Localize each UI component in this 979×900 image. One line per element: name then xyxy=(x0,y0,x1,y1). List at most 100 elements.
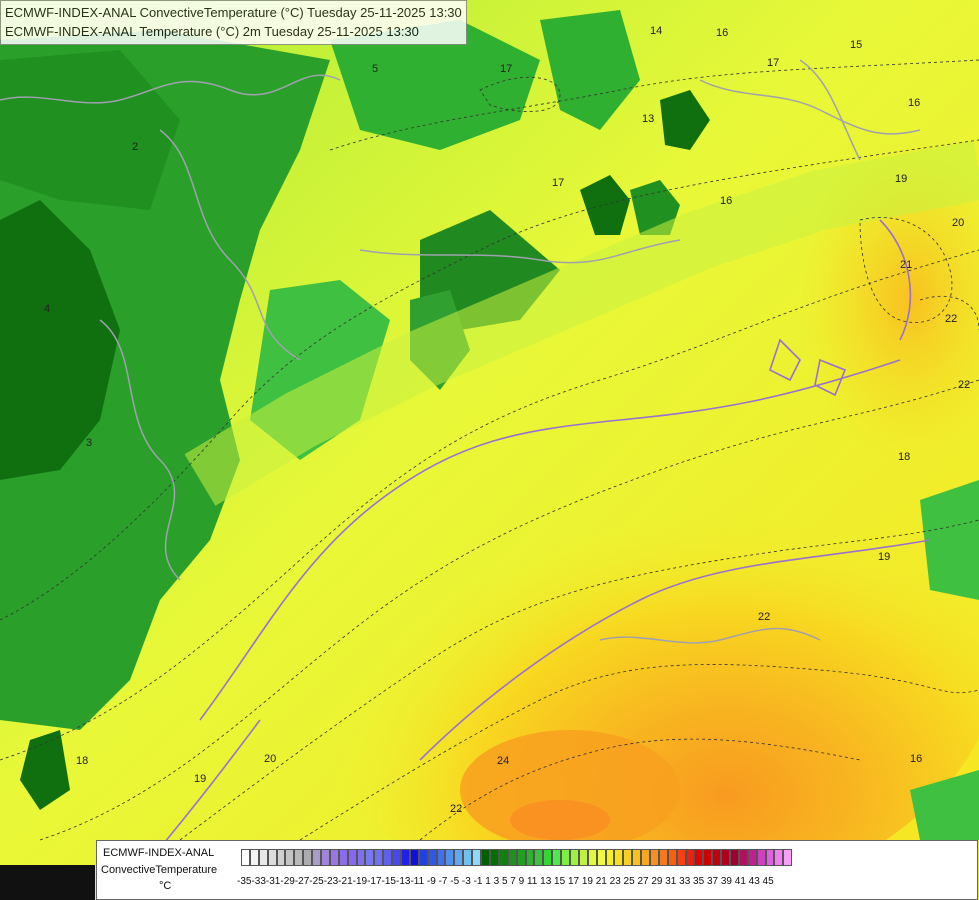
contour-label: 22 xyxy=(945,313,957,325)
contour-label: 16 xyxy=(716,27,728,39)
contour-label: 14 xyxy=(650,25,662,37)
legend-swatch xyxy=(729,849,739,866)
legend-swatch xyxy=(489,849,499,866)
legend-swatch xyxy=(721,849,730,866)
legend-swatch xyxy=(756,849,766,866)
weather-map: 14 16 17 15 16 13 17 16 19 20 21 22 22 1… xyxy=(0,0,979,900)
contour-label: 18 xyxy=(898,451,910,463)
legend-swatch xyxy=(747,849,757,866)
contour-label: 17 xyxy=(500,63,512,75)
legend-swatch xyxy=(338,849,348,866)
legend-swatch xyxy=(321,849,330,866)
legend-swatch xyxy=(676,849,686,866)
legend-swatch xyxy=(658,849,668,866)
legend-swatch xyxy=(765,849,775,866)
contour-label: 20 xyxy=(952,217,964,229)
legend-parameter: ConvectiveTemperature xyxy=(101,864,218,876)
legend-swatch xyxy=(641,849,650,866)
contour-label: 18 xyxy=(76,755,88,767)
legend-swatch xyxy=(445,849,455,866)
contour-label: 16 xyxy=(908,97,920,109)
legend-swatch xyxy=(481,849,490,866)
legend-swatch xyxy=(258,849,268,866)
legend-swatch xyxy=(694,849,704,866)
legend-swatch xyxy=(605,849,615,866)
contour-label: 2 xyxy=(132,141,138,153)
legend-swatch xyxy=(312,849,322,866)
legend-swatch xyxy=(285,849,295,866)
legend-unit: °C xyxy=(159,880,172,892)
contour-label: 13 xyxy=(642,113,654,125)
contour-label: 17 xyxy=(767,57,779,69)
legend-swatch xyxy=(418,849,428,866)
legend-swatch xyxy=(427,849,437,866)
legend-swatch xyxy=(703,849,713,866)
contour-label: 16 xyxy=(910,753,922,765)
legend-swatch xyxy=(436,849,446,866)
legend-ticks: -35-33-31-29-27-25-23-21-19-17-15-13-11 … xyxy=(237,876,774,887)
legend-swatch xyxy=(507,849,517,866)
contour-label: 5 xyxy=(372,63,378,75)
legend-swatch xyxy=(552,849,562,866)
legend-swatch xyxy=(463,849,473,866)
legend-swatch xyxy=(249,849,259,866)
contour-label: 15 xyxy=(850,39,862,51)
legend-swatch xyxy=(267,849,277,866)
legend-swatch xyxy=(276,849,286,866)
contour-label: 16 xyxy=(720,195,732,207)
title-line-temperature: ECMWF-INDEX-ANAL Temperature (°C) 2m Tue… xyxy=(5,24,419,39)
legend-swatch xyxy=(587,849,597,866)
contour-label: 17 xyxy=(552,177,564,189)
hot-core-center xyxy=(510,800,610,840)
legend-swatch xyxy=(365,849,375,866)
legend-swatch xyxy=(498,849,508,866)
legend-swatch xyxy=(401,849,410,866)
contour-label: 19 xyxy=(878,551,890,563)
legend-swatch xyxy=(409,849,419,866)
legend-swatch xyxy=(303,849,313,866)
legend-swatch xyxy=(774,849,784,866)
contour-label: 3 xyxy=(86,437,92,449)
title-line-convective: ECMWF-INDEX-ANAL ConvectiveTemperature (… xyxy=(5,5,462,20)
legend-swatch xyxy=(738,849,748,866)
legend-swatch xyxy=(623,849,633,866)
contour-label: 19 xyxy=(194,773,206,785)
contour-label: 21 xyxy=(900,259,912,271)
color-legend: ECMWF-INDEX-ANAL ConvectiveTemperature °… xyxy=(96,840,978,900)
map-title: ECMWF-INDEX-ANAL ConvectiveTemperature (… xyxy=(0,0,467,45)
legend-swatches xyxy=(241,849,793,866)
contour-label: 22 xyxy=(450,803,462,815)
legend-swatch xyxy=(392,849,402,866)
legend-swatch xyxy=(383,849,393,866)
legend-swatch xyxy=(374,849,384,866)
legend-swatch xyxy=(534,849,544,866)
legend-swatch xyxy=(472,849,482,866)
legend-swatch xyxy=(516,849,526,866)
legend-swatch xyxy=(561,849,570,866)
legend-swatch xyxy=(241,849,250,866)
legend-swatch xyxy=(632,849,642,866)
legend-swatch xyxy=(356,849,366,866)
legend-swatch xyxy=(667,849,677,866)
legend-swatch xyxy=(454,849,464,866)
legend-swatch xyxy=(569,849,579,866)
legend-swatch xyxy=(525,849,535,866)
legend-swatch xyxy=(783,849,793,866)
legend-swatch xyxy=(543,849,553,866)
contour-label: 22 xyxy=(958,379,970,391)
legend-swatch xyxy=(649,849,659,866)
legend-swatch xyxy=(685,849,695,866)
legend-swatch xyxy=(329,849,339,866)
legend-swatch xyxy=(596,849,606,866)
legend-swatch xyxy=(294,849,304,866)
contour-label: 22 xyxy=(758,611,770,623)
contour-label: 20 xyxy=(264,753,276,765)
contour-label: 24 xyxy=(497,755,509,767)
legend-swatch xyxy=(347,849,357,866)
legend-swatch xyxy=(578,849,588,866)
contour-label: 19 xyxy=(895,173,907,185)
legend-swatch xyxy=(614,849,624,866)
contour-label: 4 xyxy=(44,303,50,315)
legend-model: ECMWF-INDEX-ANAL xyxy=(103,847,215,859)
corner-block xyxy=(0,865,95,900)
